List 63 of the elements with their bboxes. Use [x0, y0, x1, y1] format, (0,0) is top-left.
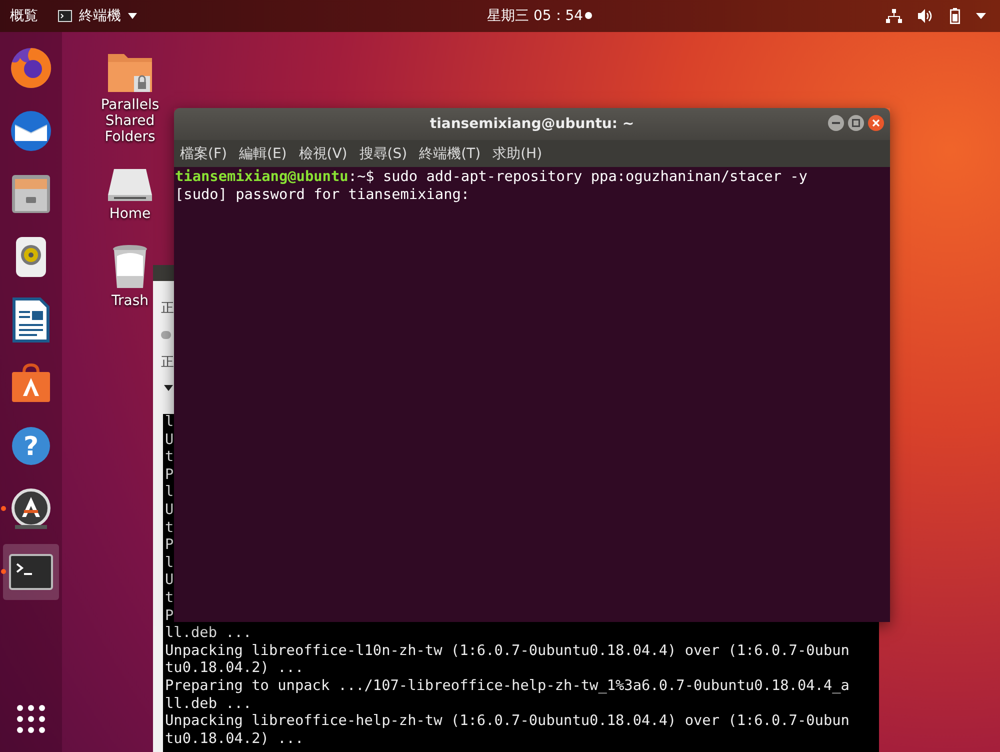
- terminal-line: t: [165, 520, 175, 538]
- terminal-line: t: [165, 449, 175, 467]
- network-icon[interactable]: [886, 9, 902, 23]
- desktop-icon-label[interactable]: Home: [109, 206, 151, 222]
- close-icon: [872, 119, 880, 127]
- desktop-icon-label[interactable]: Trash: [112, 293, 148, 309]
- menu-item[interactable]: 求助(H): [492, 144, 542, 162]
- terminal-line: l: [165, 554, 175, 572]
- caret-icon[interactable]: [976, 13, 986, 19]
- menu-item[interactable]: 搜尋(S): [359, 144, 408, 162]
- terminal-line: tu0.18.04.2) ...: [165, 730, 305, 748]
- minimize-button[interactable]: [828, 115, 844, 131]
- terminal-line: l: [165, 484, 175, 502]
- caret-icon: [128, 13, 137, 19]
- terminal-line: Preparing to unpack .../107-libreoffice-help-zh-tw_1%3a6.0.7-0ubuntu0.18.04.4_a: [165, 678, 850, 696]
- window-title: tiansemixiang@ubuntu: ~: [430, 116, 634, 132]
- menu-item[interactable]: 檢視(V): [298, 144, 348, 162]
- terminal-line: U: [165, 502, 175, 520]
- terminal-icon: [9, 554, 53, 590]
- app-menu[interactable]: 終端機: [58, 7, 137, 25]
- terminal-line: t: [165, 590, 175, 608]
- battery-icon[interactable]: [950, 8, 960, 24]
- trash-icon[interactable]: [111, 244, 149, 290]
- update-icon: [9, 486, 53, 530]
- terminal-line: Unpacking libreoffice-help-zh-tw (1:6.0.7-0ubuntu0.18.04.4) over (1:6.0.7-0ubun: [165, 713, 850, 731]
- dock-item[interactable]: ?: [3, 418, 59, 474]
- terminal-line: Unpacking libreoffice-l10n-zh-tw (1:6.0.7-0ubuntu0.18.04.4) over (1:6.0.7-0ubun: [165, 642, 850, 660]
- terminal-line: ll.deb ...: [165, 625, 253, 643]
- drive-icon[interactable]: [106, 167, 154, 203]
- prompt-path: :~$: [348, 169, 374, 185]
- terminal-icon: [58, 10, 72, 22]
- terminal-line: l: [165, 414, 175, 432]
- clock[interactable]: 星期三 05：54: [487, 7, 584, 25]
- command-text: sudo add-apt-repository ppa:oguzhaninan/stacer -y: [382, 169, 808, 185]
- menu-item[interactable]: 編輯(E): [238, 144, 287, 162]
- document-icon: [12, 296, 50, 342]
- maximize-icon: [852, 119, 860, 127]
- terminal-line: [sudo] password for tiansemixiang:: [175, 186, 471, 204]
- minimize-icon: [832, 119, 840, 127]
- volume-icon[interactable]: [918, 9, 934, 23]
- terminal-line: P: [165, 608, 175, 626]
- expander-icon[interactable]: [164, 385, 173, 391]
- terminal-line: P: [165, 466, 175, 484]
- shopping-bag-icon: [10, 362, 52, 404]
- dock-item[interactable]: [3, 544, 59, 600]
- app-grid-icon[interactable]: [16, 704, 46, 734]
- terminal-line: P: [165, 537, 175, 555]
- status-text: 正: [161, 300, 175, 317]
- terminal-line: tu0.18.04.2) ...: [165, 660, 305, 678]
- menu-item[interactable]: 終端機(T): [419, 144, 481, 162]
- close-button[interactable]: [868, 115, 884, 131]
- terminal-line: U: [165, 432, 175, 450]
- desktop-icon-label[interactable]: Parallels Shared Folders: [92, 97, 168, 145]
- terminal-line: U: [165, 572, 175, 590]
- menu-item[interactable]: 檔案(F): [180, 144, 227, 162]
- maximize-button[interactable]: [848, 115, 864, 131]
- speaker-icon: [14, 234, 48, 278]
- activities-button[interactable]: 概覧: [10, 7, 38, 25]
- terminal-line: ll.deb ...: [165, 696, 253, 714]
- status-text: 正: [161, 354, 175, 371]
- help-icon: ?: [10, 424, 52, 466]
- file-cabinet-icon: [10, 172, 52, 214]
- prompt-user: tiansemixiang@ubuntu: [175, 169, 348, 185]
